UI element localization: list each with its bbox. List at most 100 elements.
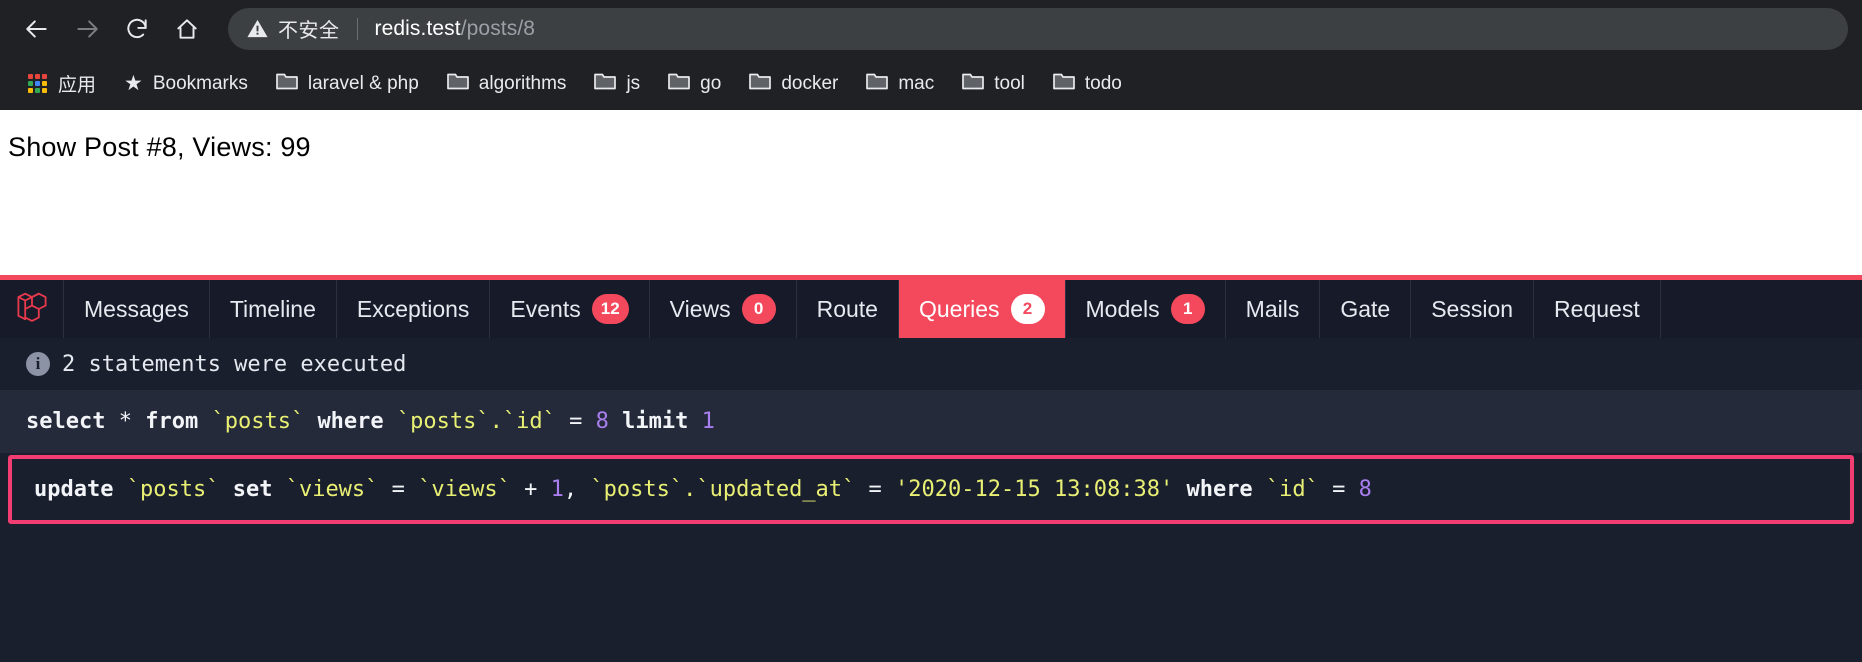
bookmark-item[interactable]: docker xyxy=(735,66,852,101)
bookmark-label: 应用 xyxy=(58,75,97,96)
sql-token: 1 xyxy=(701,409,715,434)
browser-toolbar: 不安全 redis.test/posts/8 xyxy=(0,0,1862,57)
statements-summary: i 2 statements were executed xyxy=(0,338,1862,391)
debugbar-tab-route[interactable]: Route xyxy=(797,280,899,338)
debugbar-tab-badge: 1 xyxy=(1170,294,1205,324)
bookmark-label: tool xyxy=(994,72,1025,94)
debugbar-tab-label: Exceptions xyxy=(356,295,470,322)
debugbar-tab-badge: 12 xyxy=(591,294,629,324)
sql-token: from xyxy=(145,409,199,434)
debugbar-tab-gate[interactable]: Gate xyxy=(1320,280,1412,338)
sql-token: select xyxy=(26,409,106,434)
sql-token: 8 xyxy=(595,409,609,434)
debugbar-tab-label: Gate xyxy=(1340,295,1391,322)
sql-token: where xyxy=(1186,476,1253,502)
omnibox-url: redis.test/posts/8 xyxy=(375,17,536,41)
debugbar-tab-timeline[interactable]: Timeline xyxy=(210,280,337,338)
debugbar-tab-exceptions[interactable]: Exceptions xyxy=(337,280,491,338)
folder-icon xyxy=(1053,71,1075,96)
reload-icon[interactable] xyxy=(114,6,160,52)
sql-token: 1 xyxy=(550,476,564,502)
omnibox-path: /posts/8 xyxy=(460,16,536,40)
debugbar-tab-session[interactable]: Session xyxy=(1411,280,1535,338)
query-row[interactable]: update `posts` set `views` = `views` + 1… xyxy=(8,454,1854,525)
folder-icon xyxy=(866,71,889,96)
debugbar-tab-events[interactable]: Events 12 xyxy=(490,280,650,338)
warning-triangle-icon xyxy=(246,17,269,40)
bookmark-item[interactable]: ★ Bookmarks xyxy=(110,68,262,100)
bookmark-item[interactable]: mac xyxy=(852,66,948,101)
debugbar-tab-request[interactable]: Request xyxy=(1534,280,1661,338)
bookmark-label: todo xyxy=(1084,72,1122,94)
folder-icon xyxy=(668,71,691,96)
bookmark-item[interactable]: 应用 xyxy=(14,65,110,102)
folder-icon xyxy=(276,71,298,96)
sql-token: update xyxy=(34,476,114,502)
debugbar-tab-label: Mails xyxy=(1245,295,1300,322)
debugbar-tab-models[interactable]: Models 1 xyxy=(1066,280,1226,338)
security-label: 不安全 xyxy=(278,20,340,42)
info-icon: i xyxy=(26,352,50,376)
debugbar-tab-views[interactable]: Views 0 xyxy=(650,280,797,338)
star-icon: ★ xyxy=(124,72,143,95)
page-title: Show Post #8, Views: 99 xyxy=(8,132,311,162)
sql-token: `views` xyxy=(285,476,379,502)
bookmark-item[interactable]: laravel & php xyxy=(262,66,433,101)
bookmark-label: docker xyxy=(781,72,839,94)
statements-text: 2 statements were executed xyxy=(62,351,407,377)
bookmark-label: laravel & php xyxy=(307,72,419,94)
debugbar-tab-mails[interactable]: Mails xyxy=(1226,280,1321,338)
bookmark-item[interactable]: algorithms xyxy=(433,66,581,101)
bookmark-item[interactable]: tool xyxy=(948,66,1039,101)
bookmarks-bar: 应用 ★ Bookmarks laravel & php algorithms js go d… xyxy=(0,57,1862,110)
sql-token: = xyxy=(378,476,419,502)
laravel-logo-icon[interactable] xyxy=(0,280,64,338)
omnibox-divider xyxy=(356,17,358,40)
debugbar-tab-label: Queries xyxy=(918,295,1000,322)
omnibox-host: redis.test xyxy=(374,16,461,40)
folder-icon xyxy=(962,71,985,96)
bookmark-item[interactable]: js xyxy=(580,66,654,101)
debugbar-tab-badge: 2 xyxy=(1010,294,1045,324)
debugbar-tab-queries[interactable]: Queries 2 xyxy=(898,280,1066,338)
debugbar-tab-badge: 0 xyxy=(741,294,776,324)
debugbar-tab-label: Views xyxy=(669,295,731,322)
sql-token: = xyxy=(1318,476,1359,502)
address-bar[interactable]: 不安全 redis.test/posts/8 xyxy=(228,7,1848,50)
debugbar-tab-label: Session xyxy=(1431,295,1514,322)
bookmark-item[interactable]: go xyxy=(654,66,735,101)
back-arrow-icon[interactable] xyxy=(14,6,60,52)
browser-chrome: 不安全 redis.test/posts/8 应用 ★ Bookmarks larav… xyxy=(0,0,1862,110)
sql-token: `id` xyxy=(1265,476,1319,502)
debugbar-tab-label: Messages xyxy=(84,295,189,322)
sql-token: = xyxy=(855,476,896,502)
bookmark-label: algorithms xyxy=(478,72,567,94)
debugbar-tab-label: Route xyxy=(816,295,878,322)
bookmark-label: js xyxy=(626,72,641,94)
bookmark-label: go xyxy=(700,72,722,94)
apps-grid-icon xyxy=(28,73,48,94)
sql-token: set xyxy=(232,476,273,502)
query-row[interactable]: select * from `posts` where `posts`.`id`… xyxy=(0,391,1862,453)
debugbar-tab-label: Models xyxy=(1085,295,1160,322)
debugbar-tab-messages[interactable]: Messages xyxy=(64,280,210,338)
sql-token: where xyxy=(317,409,384,434)
debugbar-tab-label: Request xyxy=(1554,295,1640,322)
folder-icon xyxy=(749,71,772,96)
home-icon[interactable] xyxy=(164,6,210,52)
bookmark-item[interactable]: todo xyxy=(1039,66,1136,101)
debugbar-tabs: Messages Timeline Exceptions Events 12 Views 0… xyxy=(0,280,1862,338)
query-list: select * from `posts` where `posts`.`id`… xyxy=(0,391,1862,662)
forward-arrow-icon[interactable] xyxy=(64,6,110,52)
sql-token: `posts`.`id` xyxy=(396,409,556,434)
sql-token: `posts` xyxy=(211,409,305,434)
debugbar-tab-list: Messages Timeline Exceptions Events 12 Views 0… xyxy=(64,280,1661,338)
sql-token: `posts` xyxy=(126,476,220,502)
